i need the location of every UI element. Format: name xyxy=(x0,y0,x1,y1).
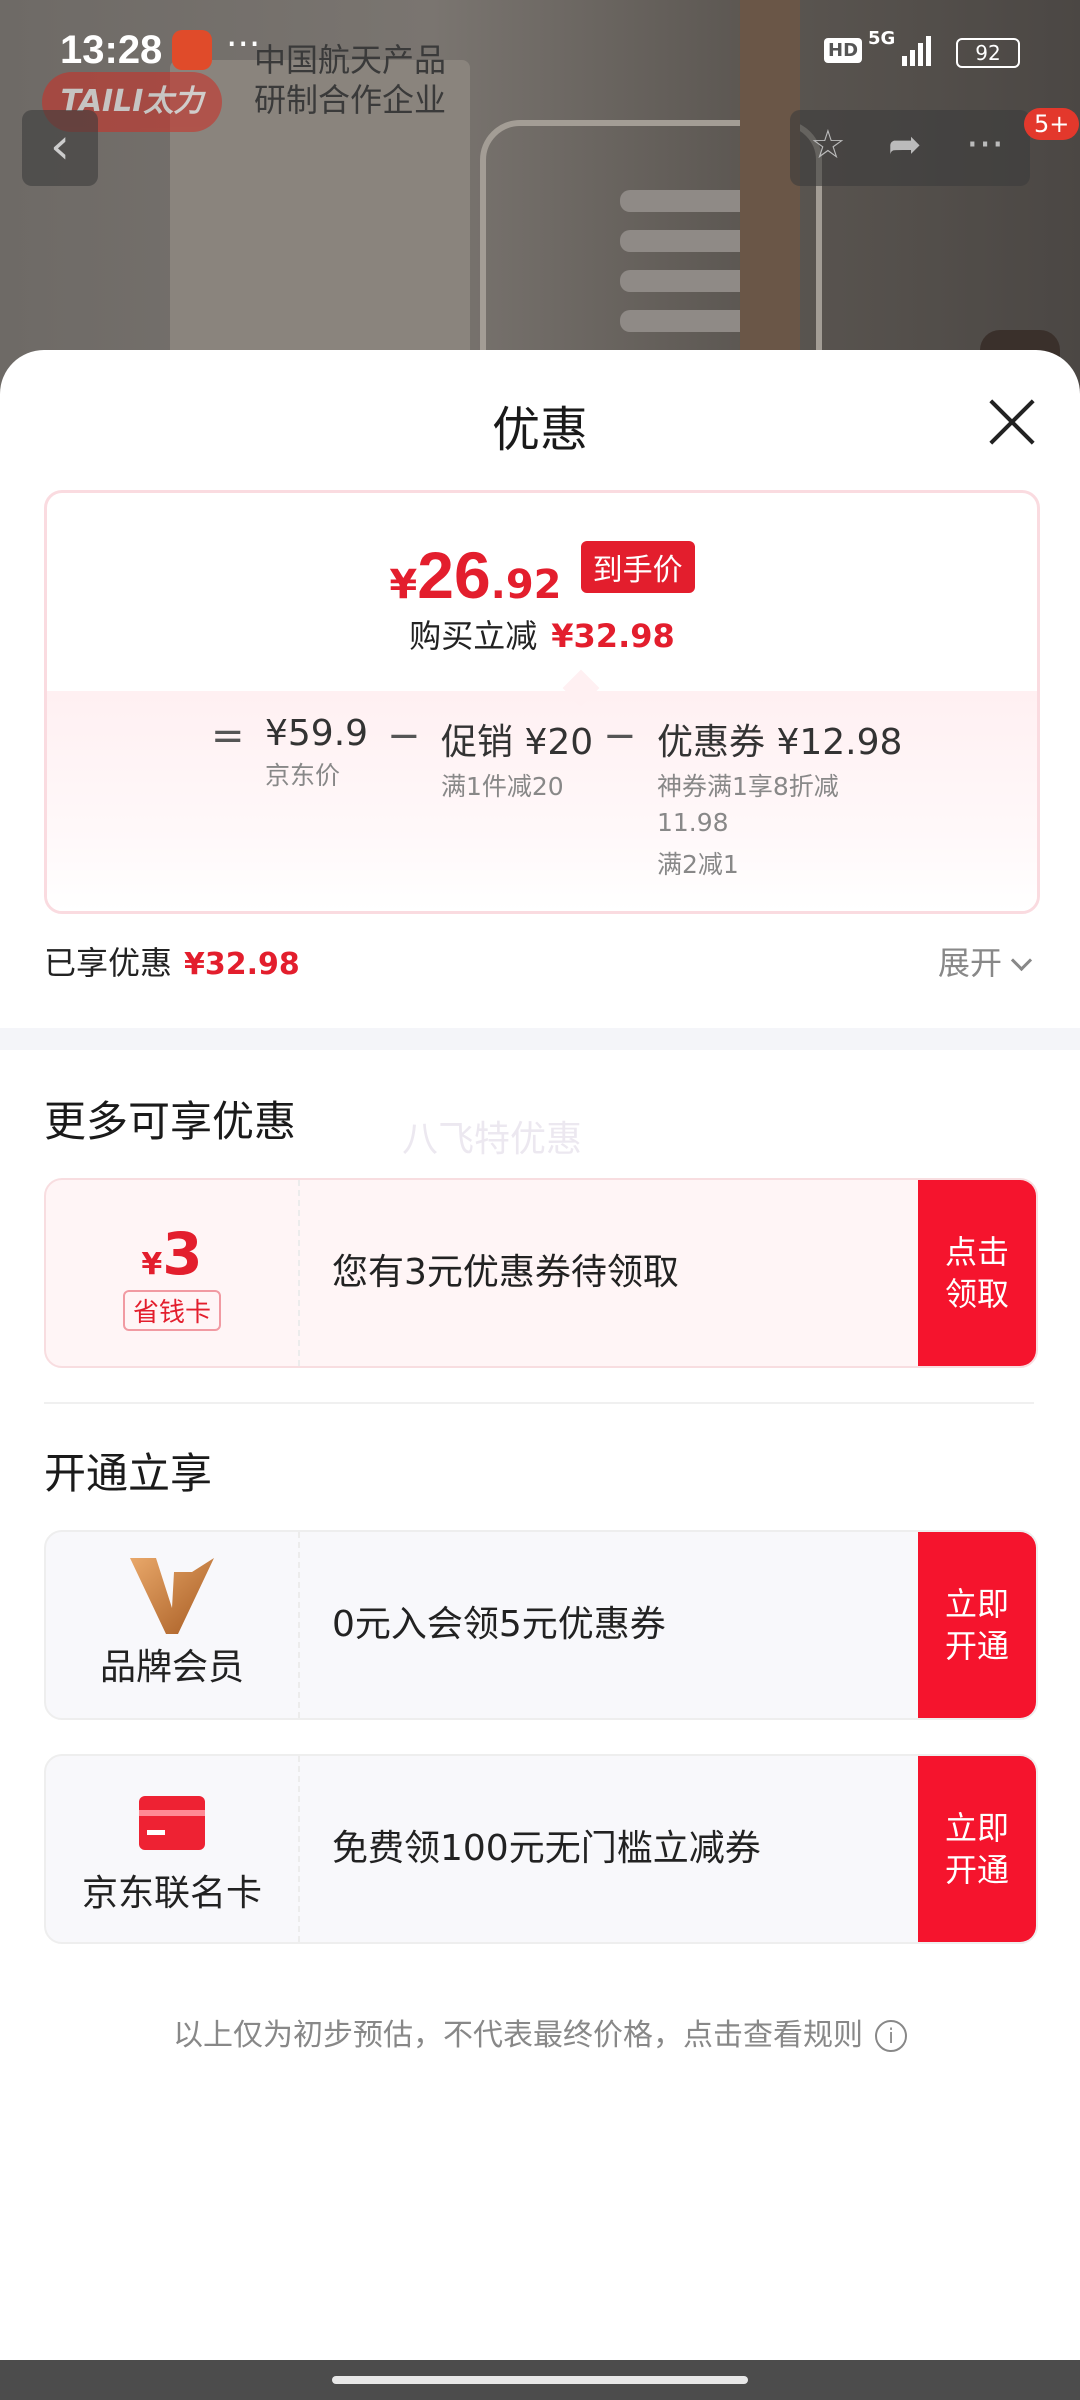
coupon-detail-3: 满2减1 xyxy=(657,850,739,879)
jd-price-value: ¥59.9 xyxy=(265,713,369,754)
price-formula: = ¥59.9 京东价 − 促销 ¥20 满1件减20 − 优惠券 ¥12.98… xyxy=(47,713,1037,893)
battery-icon: 92 xyxy=(956,38,1020,68)
discount-sheet: 优惠 ¥26.92 到手价 购买立减 ¥32.98 = ¥59.9 京东价 − 促… xyxy=(0,350,1080,2360)
jd-card-text: 免费领100元无门槛立减券 xyxy=(332,1828,761,1869)
signal-icon xyxy=(902,36,931,66)
coupon-value: 优惠券 ¥12.98 xyxy=(657,722,903,763)
jd-card-card: 京东联名卡 免费领100元无门槛立减券 立即 开通 xyxy=(44,1754,1038,1944)
coupon-offer-left: ¥3 省钱卡 xyxy=(46,1180,300,1366)
status-bar: 13:28 ··· HD 5G 92 xyxy=(0,0,1080,100)
brand-member-label: 品牌会员 xyxy=(99,1647,244,1688)
more-menu-icon[interactable]: ··· xyxy=(966,122,1004,168)
app-notification-icon xyxy=(172,30,212,70)
share-icon[interactable]: ➦ xyxy=(888,122,922,168)
equals-sign: = xyxy=(211,713,245,759)
brand-member-card: 品牌会员 0元入会领5元优惠券 立即 开通 xyxy=(44,1530,1038,1720)
instant-reduction: 购买立减 ¥32.98 xyxy=(47,611,1037,657)
instant-reduction-label: 购买立减 xyxy=(409,617,538,655)
open-benefits-title: 开通立享 xyxy=(44,1449,213,1498)
expand-label: 展开 xyxy=(938,944,1003,982)
claim-coupon-label: 点击 领取 xyxy=(944,1233,1009,1313)
final-price-decimal: .92 xyxy=(490,562,562,608)
coupon-column: 优惠券 ¥12.98 神券满1享8折减 11.98 满2减1 xyxy=(657,713,937,883)
claim-coupon-button[interactable]: 点击 领取 xyxy=(918,1180,1036,1366)
sheet-title: 优惠 xyxy=(491,402,588,458)
minus-sign-1: − xyxy=(387,713,421,759)
coupon-offer-card: ¥3 省钱卡 您有3元优惠券待领取 点击 领取 xyxy=(44,1178,1038,1368)
offer-divider xyxy=(44,1402,1034,1404)
jd-card-left: 京东联名卡 xyxy=(46,1756,300,1942)
coupon-amount: ¥3 xyxy=(46,1220,298,1288)
more-notifications-icon: ··· xyxy=(226,24,261,65)
brand-member-left: 品牌会员 xyxy=(46,1532,300,1718)
chevron-down-icon xyxy=(1010,949,1033,972)
minus-sign-2: − xyxy=(603,713,637,759)
promotion-column: 促销 ¥20 满1件减20 xyxy=(441,713,593,805)
brand-member-open-label: 立即 开通 xyxy=(944,1585,1009,1665)
enjoyed-value: ¥32.98 xyxy=(184,947,300,982)
coupon-yen: ¥ xyxy=(141,1247,163,1282)
home-indicator[interactable] xyxy=(332,2376,748,2384)
price-breakdown-card: ¥26.92 到手价 购买立减 ¥32.98 = ¥59.9 京东价 − 促销 ¥… xyxy=(44,490,1040,914)
back-button[interactable]: ‹ xyxy=(22,110,98,186)
promotion-value: 促销 ¥20 xyxy=(441,722,594,763)
expand-button[interactable]: 展开 xyxy=(938,938,1033,984)
final-price-integer: 26 xyxy=(417,538,491,612)
section-divider xyxy=(0,1028,1080,1050)
credit-card-icon xyxy=(139,1796,205,1850)
coupon-detail-2: 11.98 xyxy=(657,808,729,837)
instant-reduction-value: ¥32.98 xyxy=(551,617,675,655)
rules-note[interactable]: 以上仅为初步预估，不代表最终价格，点击查看规则 i xyxy=(0,2010,1080,2054)
brand-member-text: 0元入会领5元优惠券 xyxy=(332,1604,666,1645)
coupon-tag: 省钱卡 xyxy=(122,1290,221,1331)
status-time: 13:28 xyxy=(60,28,163,72)
jd-card-open-button[interactable]: 立即 开通 xyxy=(918,1756,1036,1942)
promotion-label: 满1件减20 xyxy=(441,772,564,801)
coupon-amount-value: 3 xyxy=(162,1220,203,1288)
info-icon[interactable]: i xyxy=(875,2020,907,2052)
jd-card-label: 京东联名卡 xyxy=(81,1873,262,1914)
coupon-detail-1: 神券满1享8折减 xyxy=(657,772,839,801)
nav-actions: ☆ ➦ ··· xyxy=(790,110,1030,186)
final-price-yen: ¥ xyxy=(389,562,418,608)
rules-note-text: 以上仅为初步预估，不代表最终价格，点击查看规则 xyxy=(173,2018,863,2053)
coupon-offer-text: 您有3元优惠券待领取 xyxy=(332,1252,679,1293)
close-icon[interactable] xyxy=(986,396,1036,446)
brand-member-v-icon xyxy=(130,1558,214,1634)
more-offers-title: 更多可享优惠 xyxy=(44,1097,297,1146)
final-price: ¥26.92 到手价 xyxy=(47,537,1037,613)
network-type: 5G xyxy=(868,28,896,49)
brand-member-open-button[interactable]: 立即 开通 xyxy=(918,1532,1036,1718)
jd-price-label: 京东价 xyxy=(265,761,341,790)
final-price-tag: 到手价 xyxy=(580,541,695,593)
jd-price-column: ¥59.9 京东价 xyxy=(265,713,368,794)
jd-card-open-label: 立即 开通 xyxy=(944,1809,1009,1889)
enjoyed-label: 已享优惠 xyxy=(44,944,173,982)
hd-icon: HD xyxy=(824,38,863,63)
enjoyed-discount: 已享优惠 ¥32.98 xyxy=(44,938,300,984)
gesture-bar xyxy=(0,2360,1080,2400)
watermark-text: 八飞特优惠 xyxy=(402,1119,583,1160)
cart-badge: 5+ xyxy=(1024,108,1080,140)
favorite-star-icon[interactable]: ☆ xyxy=(810,122,846,168)
